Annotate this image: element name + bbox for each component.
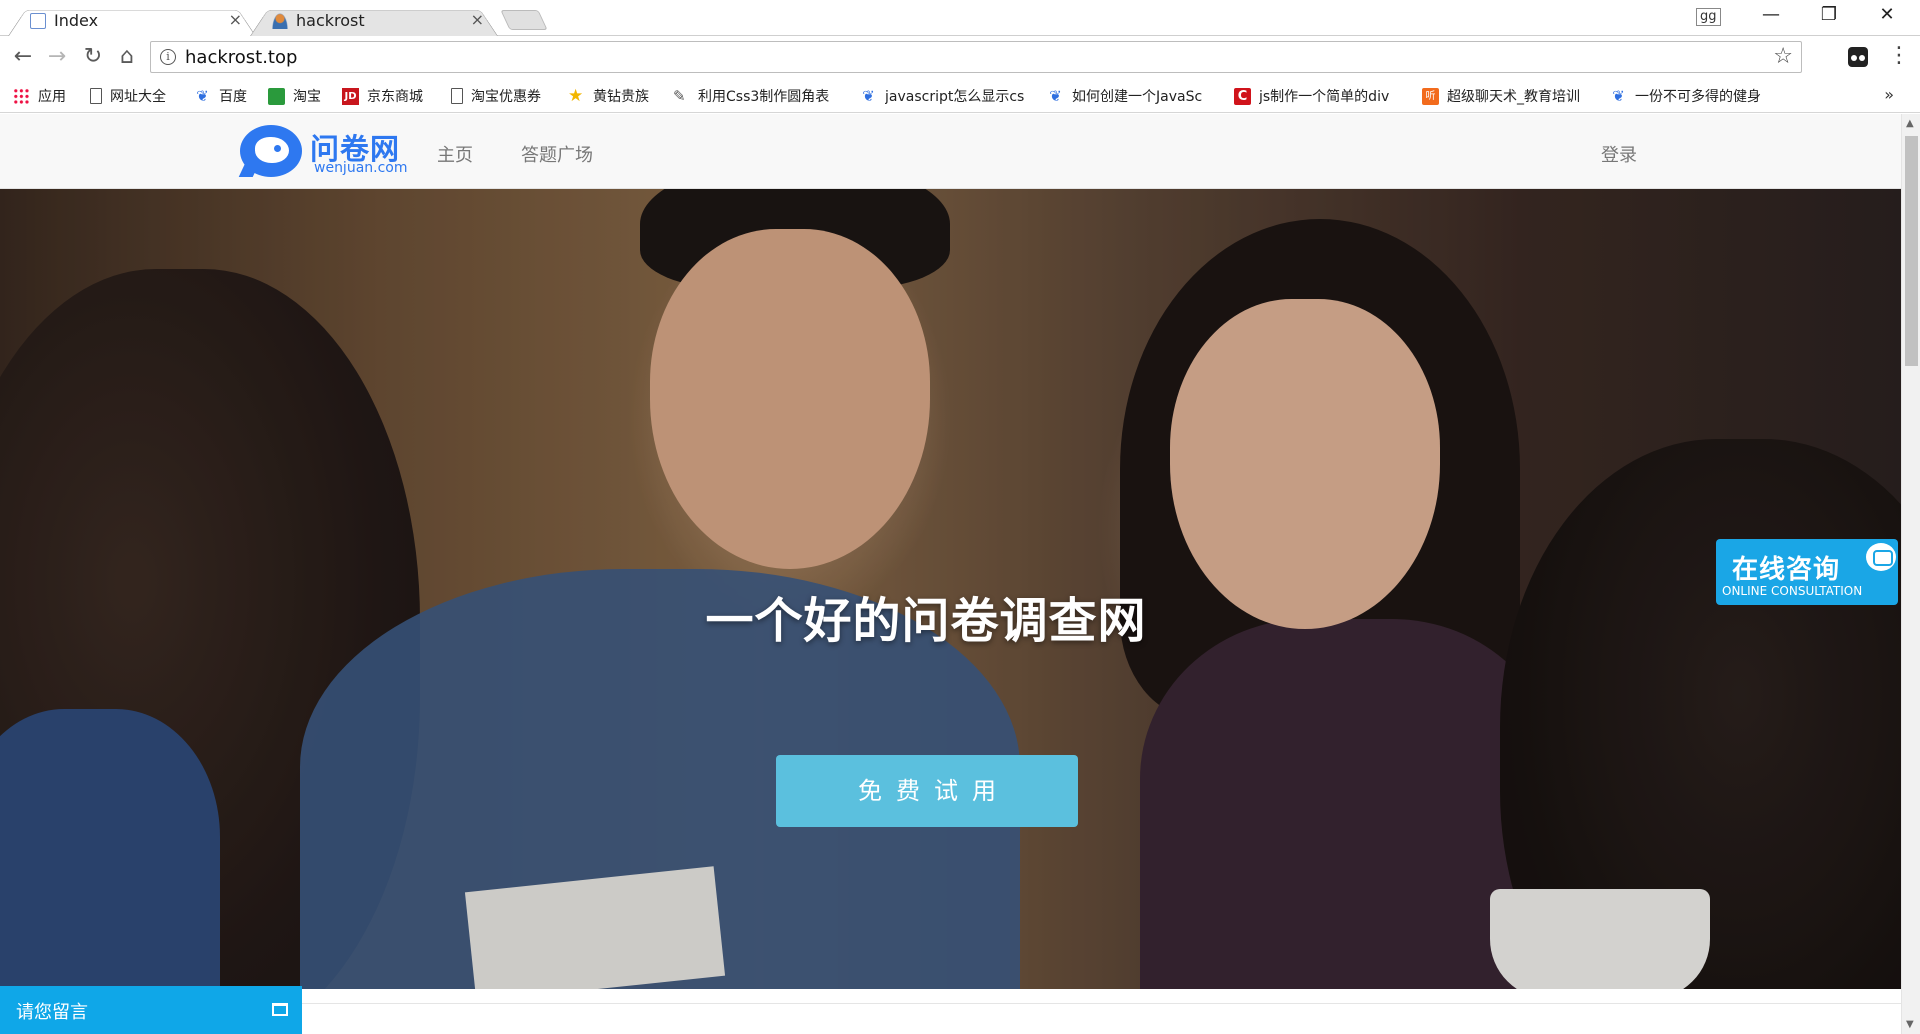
back-icon[interactable]: ← (10, 45, 36, 69)
baidu-paw-icon: ❦ (196, 86, 209, 105)
bookmark-item[interactable]: Cjs制作一个简单的div (1234, 86, 1389, 106)
hero-title: 一个好的问卷调查网 (705, 593, 1147, 649)
taobao-icon (268, 87, 285, 105)
bookmark-item[interactable]: ❦ 一份不可多得的健身 (1610, 86, 1761, 106)
browser-menu-icon[interactable]: ⋮ (1888, 43, 1910, 68)
page-icon (90, 88, 102, 104)
nav-home[interactable]: 主页 (437, 141, 473, 167)
forward-icon[interactable]: → (44, 45, 70, 69)
profile-button[interactable]: gg (1696, 8, 1721, 26)
leave-message-label: 请您留言 (16, 1002, 88, 1023)
login-link[interactable]: 登录 (1601, 141, 1637, 167)
logo-mascot-icon (238, 125, 302, 177)
scrollbar-thumb[interactable] (1905, 136, 1918, 366)
extension-icon[interactable] (1848, 47, 1868, 67)
bookmark-star-icon[interactable]: ☆ (1773, 44, 1793, 69)
leave-message-bar[interactable]: 请您留言 (0, 986, 302, 1034)
bookmark-item[interactable]: ❦ javascript怎么显示cs (860, 86, 1024, 106)
css3-icon: ✎ (673, 86, 686, 105)
free-trial-button[interactable]: 免费试用 (776, 755, 1078, 827)
logo-domain: wenjuan.com (314, 160, 408, 176)
apps-grid-icon (13, 87, 30, 105)
consult-label: 在线咨询 (1732, 555, 1841, 585)
nav-answer-square[interactable]: 答题广场 (521, 141, 593, 167)
baidu-paw-icon: ❦ (1049, 86, 1062, 105)
bookmark-item[interactable]: JD 京东商城 (342, 86, 423, 106)
bookmark-item[interactable]: 淘宝 (268, 86, 321, 106)
bookmark-item[interactable]: ❦ 如何创建一个JavaSc (1047, 86, 1202, 106)
bookmark-item[interactable]: 网址大全 (90, 86, 166, 106)
site-header: 问卷网 wenjuan.com 主页 答题广场 登录 (0, 114, 1901, 189)
tab-index[interactable]: Index × (8, 4, 256, 37)
bookmark-item[interactable]: 淘宝优惠券 (451, 86, 541, 106)
close-tab-icon[interactable]: × (471, 10, 484, 29)
reload-icon[interactable]: ↻ (80, 45, 106, 69)
bookmark-item[interactable]: 听超级聊天术_教育培训 (1422, 86, 1580, 106)
bookmark-item[interactable]: ❦ 百度 (194, 86, 247, 106)
consult-sublabel: ONLINE CONSULTATION (1722, 584, 1863, 598)
csdn-icon: C (1234, 87, 1251, 105)
close-window-icon[interactable]: ✕ (1872, 4, 1902, 25)
address-bar[interactable]: i hackrost.top ☆ (150, 41, 1802, 73)
new-tab-button[interactable] (500, 10, 548, 30)
browser-toolbar: ← → ↻ ⌂ i hackrost.top ☆ ⋮ (0, 37, 1920, 79)
baidu-paw-icon: ❦ (862, 86, 875, 105)
online-consultation-button[interactable]: 在线咨询 ONLINE CONSULTATION (1716, 539, 1898, 605)
home-icon[interactable]: ⌂ (114, 45, 140, 69)
user-favicon-icon (272, 13, 288, 29)
scroll-up-icon[interactable]: ▲ (1906, 118, 1914, 129)
divider (302, 1003, 1901, 1004)
hero-banner: 一个好的问卷调查网 免费试用 (0, 189, 1901, 989)
minimize-icon[interactable]: — (1756, 4, 1786, 25)
close-tab-icon[interactable]: × (229, 10, 242, 29)
scroll-down-icon[interactable]: ▼ (1906, 1019, 1914, 1030)
ting-icon: 听 (1422, 87, 1439, 105)
page-scrollbar[interactable]: ▲ ▼ (1901, 114, 1920, 1034)
bookmark-item[interactable]: ★ 黄钻贵族 (568, 86, 649, 106)
chat-bubble-icon (1866, 543, 1896, 571)
bookmark-item[interactable]: ✎ 利用Css3制作圆角表 (673, 86, 829, 106)
baidu-paw-icon: ❦ (1612, 86, 1625, 105)
browser-tabstrip: Index × hackrost × gg — ❐ ✕ (0, 0, 1920, 37)
url-text[interactable]: hackrost.top (185, 47, 297, 68)
star-icon: ★ (568, 85, 584, 106)
page-icon (451, 88, 463, 104)
tab-title: hackrost (296, 11, 365, 30)
maximize-icon[interactable] (272, 1003, 288, 1016)
tab-hackrost[interactable]: hackrost × (250, 4, 498, 37)
jd-icon: JD (342, 87, 359, 105)
site-logo[interactable]: 问卷网 wenjuan.com (238, 122, 410, 180)
bookmarks-bar: 应用 网址大全 ❦ 百度 淘宝 JD 京东商城 淘宝优惠券 ★ 黄钻贵族 ✎ 利用Css… (0, 79, 1920, 113)
bookmark-apps[interactable]: 应用 (13, 86, 66, 106)
page-viewport: 问卷网 wenjuan.com 主页 答题广场 登录 一个好的问卷调查网 免费试… (0, 114, 1901, 1034)
site-info-icon[interactable]: i (160, 49, 176, 65)
bookmarks-overflow-icon[interactable]: » (1884, 85, 1894, 104)
tab-title: Index (54, 11, 99, 30)
page-favicon-icon (30, 13, 46, 29)
restore-icon[interactable]: ❐ (1814, 4, 1844, 25)
